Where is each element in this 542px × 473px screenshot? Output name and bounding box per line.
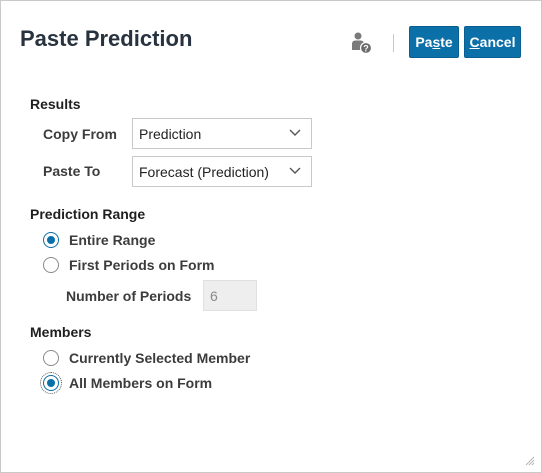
radio-first-periods[interactable]: First Periods on Form <box>43 255 214 275</box>
number-of-periods-value: 6 <box>210 287 218 304</box>
radio-button[interactable] <box>43 232 59 248</box>
prediction-range-heading: Prediction Range <box>30 206 146 222</box>
dialog-title: Paste Prediction <box>20 26 193 51</box>
copy-from-select[interactable]: Prediction <box>132 118 312 149</box>
radio-button[interactable] <box>43 257 59 273</box>
radio-first-periods-label: First Periods on Form <box>69 257 215 273</box>
radio-button[interactable] <box>40 372 62 394</box>
radio-all-members-label: All Members on Form <box>69 375 213 391</box>
number-of-periods-label: Number of Periods <box>66 288 192 304</box>
paste-to-select[interactable]: Forecast (Prediction) <box>132 156 312 187</box>
user-help-icon[interactable]: ? <box>351 31 373 55</box>
radio-currently-selected-member-label: Currently Selected Member <box>69 350 251 366</box>
copy-from-label: Copy From <box>43 126 117 142</box>
paste-label-pre: Pa <box>415 34 433 50</box>
radio-entire-range[interactable]: Entire Range <box>43 230 155 250</box>
paste-prediction-dialog: Paste Prediction ? Pa s te Cancel Results … <box>0 0 542 473</box>
radio-button[interactable] <box>43 350 59 366</box>
toolbar-divider <box>393 34 394 52</box>
paste-button[interactable]: Pa s te <box>409 26 459 58</box>
radio-all-members[interactable]: All Members on Form <box>40 372 213 394</box>
results-heading: Results <box>30 96 81 112</box>
cancel-button[interactable]: Cancel <box>464 26 521 58</box>
paste-label-mnemonic: s <box>432 34 441 50</box>
radio-currently-selected-member[interactable]: Currently Selected Member <box>43 348 250 368</box>
svg-text:?: ? <box>363 44 369 54</box>
paste-to-value: Forecast (Prediction) <box>139 163 269 180</box>
paste-to-label: Paste To <box>43 163 101 179</box>
chevron-down-icon <box>289 167 301 174</box>
copy-from-value: Prediction <box>139 125 202 142</box>
radio-entire-range-label: Entire Range <box>69 232 156 248</box>
members-heading: Members <box>30 324 92 340</box>
resize-grip-icon[interactable] <box>525 456 535 466</box>
chevron-down-icon <box>289 129 301 136</box>
number-of-periods-input[interactable]: 6 <box>203 280 257 311</box>
cancel-label-mnemonic: C <box>469 34 480 50</box>
paste-label-post: te <box>440 34 453 50</box>
cancel-label-post: ancel <box>479 34 516 50</box>
